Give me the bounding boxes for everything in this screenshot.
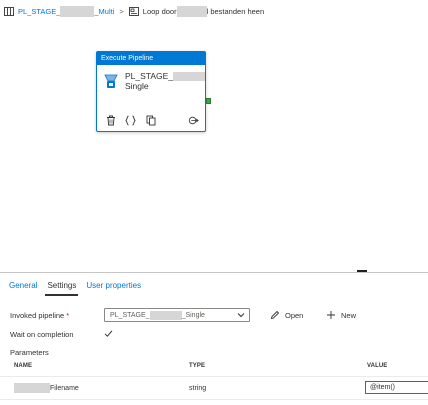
invoked-pipeline-label-text: Invoked pipeline bbox=[10, 311, 65, 320]
row-divider bbox=[0, 399, 428, 400]
tab-general[interactable]: General bbox=[4, 273, 42, 298]
open-button[interactable]: Open bbox=[270, 308, 303, 322]
param-name-cell: Filename bbox=[14, 383, 79, 393]
breadcrumb-activity-suffix: l bestanden heen bbox=[206, 6, 265, 16]
tab-settings[interactable]: Settings bbox=[42, 273, 81, 298]
copy-icon[interactable] bbox=[145, 115, 156, 126]
edit-icon bbox=[270, 310, 280, 320]
param-value-input[interactable]: @item() bbox=[365, 381, 428, 394]
breadcrumb-current-activity: Loop door l bestanden heen bbox=[142, 5, 265, 17]
pipeline-icon bbox=[4, 6, 14, 16]
plus-icon bbox=[327, 311, 335, 319]
parameters-section-label: Parameters bbox=[10, 348, 49, 357]
code-icon[interactable] bbox=[125, 115, 136, 126]
redacted-block bbox=[60, 5, 95, 17]
invoked-pipeline-label: Invoked pipeline * bbox=[10, 311, 69, 320]
properties-panel: General Settings User properties Invoked… bbox=[0, 272, 428, 405]
open-button-label: Open bbox=[285, 310, 304, 320]
column-header-type: TYPE bbox=[189, 363, 206, 369]
required-marker: * bbox=[66, 311, 70, 320]
redacted-block bbox=[14, 383, 50, 393]
breadcrumb-pipeline-suffix: _Multi bbox=[94, 6, 115, 16]
breadcrumb: PL_STAGE_ _Multi > Loop door l bestanden … bbox=[0, 0, 428, 22]
dropdown-value-prefix: PL_STAGE_ bbox=[110, 311, 150, 319]
add-output-icon[interactable] bbox=[188, 115, 199, 126]
chevron-down-icon bbox=[237, 311, 245, 319]
column-header-name: NAME bbox=[14, 363, 33, 369]
wait-on-completion-checkbox[interactable] bbox=[104, 329, 113, 338]
wait-on-completion-label: Wait on completion bbox=[10, 330, 74, 339]
invoked-pipeline-dropdown[interactable]: PL_STAGE_ _Single bbox=[104, 308, 250, 322]
breadcrumb-activity-prefix: Loop door bbox=[142, 6, 177, 16]
breadcrumb-pipeline-link[interactable]: PL_STAGE_ _Multi bbox=[18, 5, 115, 17]
pipeline-canvas[interactable]: Execute Pipeline PL_STAGE_ Single bbox=[0, 22, 428, 270]
redacted-block bbox=[176, 5, 207, 17]
param-type-cell: string bbox=[189, 384, 207, 392]
delete-icon[interactable] bbox=[105, 115, 116, 126]
activity-name: PL_STAGE_ Single bbox=[125, 71, 206, 91]
activity-name-prefix: PL_STAGE_ bbox=[125, 71, 174, 81]
activity-header: Execute Pipeline bbox=[97, 52, 205, 65]
new-button-label: New bbox=[341, 310, 357, 320]
success-output-port[interactable] bbox=[206, 98, 211, 104]
execute-pipeline-activity[interactable]: Execute Pipeline PL_STAGE_ Single bbox=[96, 51, 206, 132]
tab-user-properties[interactable]: User properties bbox=[81, 273, 146, 298]
table-header-divider bbox=[0, 376, 428, 377]
activity-toolbar bbox=[105, 114, 199, 126]
dropdown-value-suffix: _Single bbox=[181, 311, 205, 319]
redacted-block bbox=[173, 71, 206, 81]
param-name-suffix: Filename bbox=[50, 384, 79, 392]
panel-tabs: General Settings User properties bbox=[0, 273, 428, 298]
execute-pipeline-icon bbox=[103, 72, 119, 90]
column-header-value: VALUE bbox=[367, 363, 388, 369]
checkmark-icon bbox=[104, 330, 113, 337]
foreach-icon bbox=[128, 6, 139, 16]
activity-body: PL_STAGE_ Single bbox=[97, 65, 206, 91]
new-button[interactable]: New bbox=[326, 308, 356, 322]
activity-name-suffix: Single bbox=[125, 81, 149, 91]
breadcrumb-separator: > bbox=[119, 6, 124, 16]
redacted-block bbox=[149, 310, 182, 320]
breadcrumb-pipeline-prefix: PL_STAGE_ bbox=[18, 6, 61, 16]
